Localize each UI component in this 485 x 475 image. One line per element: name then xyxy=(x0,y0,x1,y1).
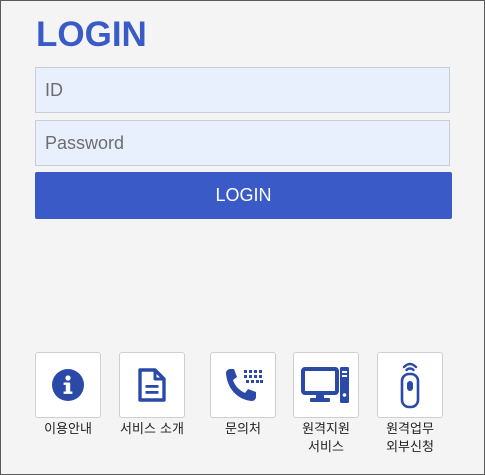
service-tile-remote-support[interactable]: 원격지원 서비스 xyxy=(293,352,359,457)
remote-control-icon xyxy=(397,361,423,409)
remote-work-request-button[interactable] xyxy=(377,352,443,418)
service-intro-label: 서비스 소개 xyxy=(120,422,184,437)
remote-support-label: 원격지원 서비스 xyxy=(302,422,350,455)
document-icon xyxy=(137,367,167,403)
service-tile-contact[interactable]: 문의처 xyxy=(210,352,276,439)
remote-work-request-label: 원격업무 외부신청 xyxy=(386,422,434,455)
usage-guide-button[interactable] xyxy=(35,352,101,418)
usage-guide-label: 이용안내 xyxy=(44,422,92,437)
contact-label: 문의처 xyxy=(225,422,261,437)
service-tile-usage-guide[interactable]: 이용안내 xyxy=(35,352,101,439)
login-panel: LOGIN LOGIN 이용안내 xyxy=(0,0,485,475)
info-icon xyxy=(51,368,85,402)
remote-support-button[interactable] xyxy=(293,352,359,418)
login-button[interactable]: LOGIN xyxy=(35,172,452,219)
login-title: LOGIN xyxy=(36,15,147,54)
phone-keypad-icon xyxy=(222,367,264,403)
contact-button[interactable] xyxy=(210,352,276,418)
id-input[interactable] xyxy=(35,67,450,113)
service-tile-service-intro[interactable]: 서비스 소개 xyxy=(119,352,185,439)
computer-icon xyxy=(301,365,351,405)
service-intro-button[interactable] xyxy=(119,352,185,418)
password-input[interactable] xyxy=(35,120,450,166)
service-tile-remote-work-request[interactable]: 원격업무 외부신청 xyxy=(377,352,443,457)
